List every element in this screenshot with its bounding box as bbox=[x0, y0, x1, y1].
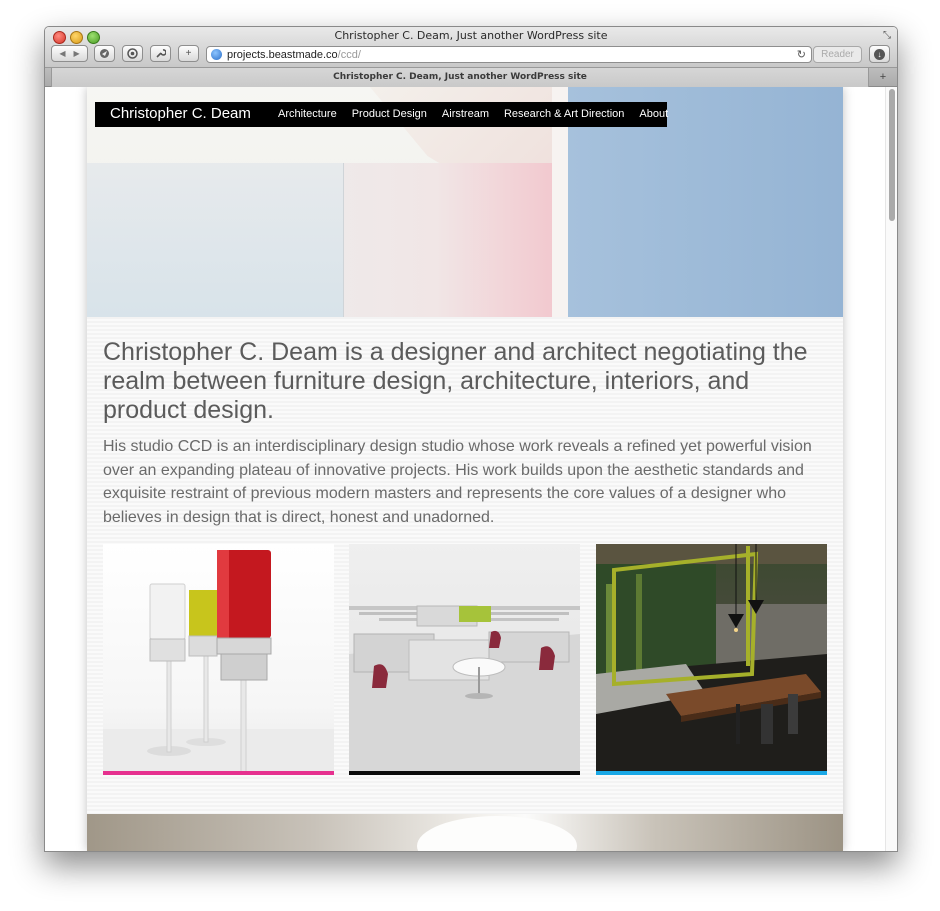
wrench-icon bbox=[156, 49, 166, 58]
url-host: projects.beastmade.co bbox=[227, 48, 338, 61]
project-thumbnail-office[interactable] bbox=[349, 544, 580, 775]
plus-icon: + bbox=[185, 48, 192, 59]
top-sites-button[interactable] bbox=[122, 45, 143, 62]
project-thumbnail-dining[interactable] bbox=[596, 544, 827, 775]
globe-icon bbox=[211, 49, 222, 60]
page-viewport[interactable]: Christopher C. Deam Architecture Product… bbox=[45, 87, 897, 851]
address-bar[interactable]: projects.beastmade.co /ccd/ ↻ bbox=[206, 46, 812, 63]
dining-photo bbox=[596, 544, 827, 775]
new-tab-button[interactable]: + bbox=[872, 69, 894, 85]
title-bar[interactable]: Christopher C. Deam, Just another WordPr… bbox=[45, 27, 897, 67]
forward-arrow-icon[interactable]: ▶ bbox=[70, 49, 84, 58]
reload-icon[interactable]: ↻ bbox=[797, 48, 806, 61]
tab-bar: Christopher C. Deam, Just another WordPr… bbox=[45, 67, 897, 87]
fullscreen-icon[interactable]: ⤡ bbox=[883, 30, 891, 41]
vertical-scrollbar[interactable] bbox=[885, 87, 897, 851]
preferences-button[interactable] bbox=[150, 45, 171, 62]
share-button[interactable] bbox=[94, 45, 115, 62]
intro-paragraph: His studio CCD is an interdisciplinary d… bbox=[103, 438, 812, 526]
tab-active[interactable]: Christopher C. Deam, Just another WordPr… bbox=[51, 68, 869, 87]
url-path: /ccd/ bbox=[337, 48, 361, 61]
downloads-button[interactable]: ↓ bbox=[869, 45, 890, 63]
scrollbar-thumb[interactable] bbox=[889, 89, 895, 221]
nav-menu: Architecture Product Design Airstream Re… bbox=[278, 102, 683, 127]
add-bookmark-button[interactable]: + bbox=[178, 45, 199, 62]
site-title[interactable]: Christopher C. Deam bbox=[110, 105, 251, 122]
share-icon bbox=[100, 49, 109, 58]
nav-item-architecture[interactable]: Architecture bbox=[278, 102, 337, 127]
hero-image: Christopher C. Deam Architecture Product… bbox=[87, 87, 843, 317]
thumbnail-accent-bar bbox=[349, 771, 580, 775]
download-arrow-icon: ↓ bbox=[874, 48, 885, 60]
reader-button[interactable]: Reader bbox=[813, 46, 862, 63]
site-nav-bar: Christopher C. Deam Architecture Product… bbox=[95, 102, 668, 127]
page-headline: Christopher C. Deam is a designer and ar… bbox=[103, 338, 808, 424]
nav-item-airstream[interactable]: Airstream bbox=[442, 102, 489, 127]
office-photo bbox=[349, 605, 580, 775]
thumbnail-accent-bar bbox=[596, 771, 827, 775]
nav-item-about[interactable]: About bbox=[639, 102, 668, 127]
lamps-photo bbox=[103, 550, 334, 775]
thumbnail-accent-bar bbox=[103, 771, 334, 775]
back-arrow-icon[interactable]: ◀ bbox=[55, 49, 69, 58]
browser-window: Christopher C. Deam, Just another WordPr… bbox=[44, 26, 898, 852]
nav-item-product-design[interactable]: Product Design bbox=[352, 102, 427, 127]
nav-item-research-art-direction[interactable]: Research & Art Direction bbox=[504, 102, 624, 127]
top-sites-icon bbox=[127, 48, 138, 59]
window-title: Christopher C. Deam, Just another WordPr… bbox=[334, 29, 608, 42]
back-forward-buttons[interactable]: ◀ ▶ bbox=[51, 45, 88, 62]
page-content: Christopher C. Deam Architecture Product… bbox=[87, 87, 843, 851]
project-thumbnail-lamps[interactable] bbox=[103, 544, 334, 775]
